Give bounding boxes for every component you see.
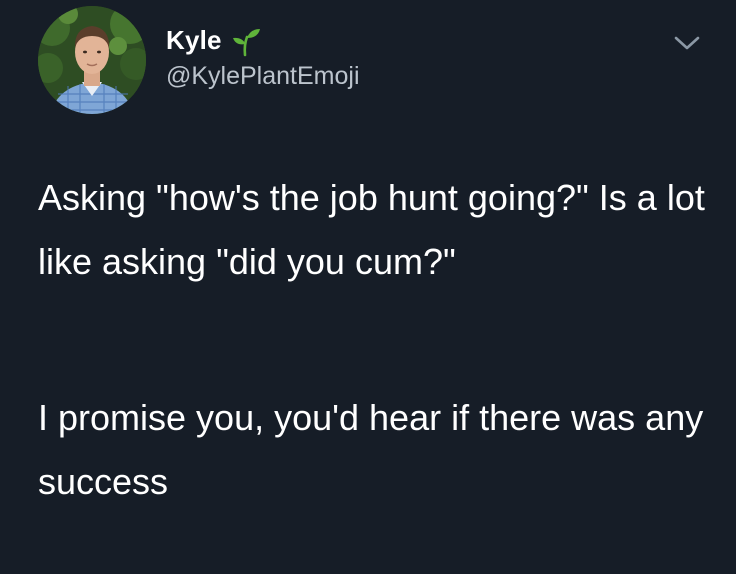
- author-handle[interactable]: @KylePlantEmoji: [166, 62, 360, 91]
- avatar[interactable]: [38, 6, 146, 114]
- seedling-icon: [230, 25, 262, 57]
- author-name-row[interactable]: Kyle: [166, 20, 262, 60]
- avatar-photo: [38, 6, 146, 114]
- tweet-text-paragraph: Asking "how's the job hunt going?" Is a …: [38, 177, 705, 282]
- tweet-text-paragraph: I promise you, you'd hear if there was a…: [38, 397, 704, 502]
- chevron-down-icon[interactable]: [670, 30, 704, 56]
- display-name[interactable]: Kyle: [166, 25, 222, 56]
- tweet-card: Kyle @KylePlantEmoji Asking "how's the j…: [0, 0, 736, 574]
